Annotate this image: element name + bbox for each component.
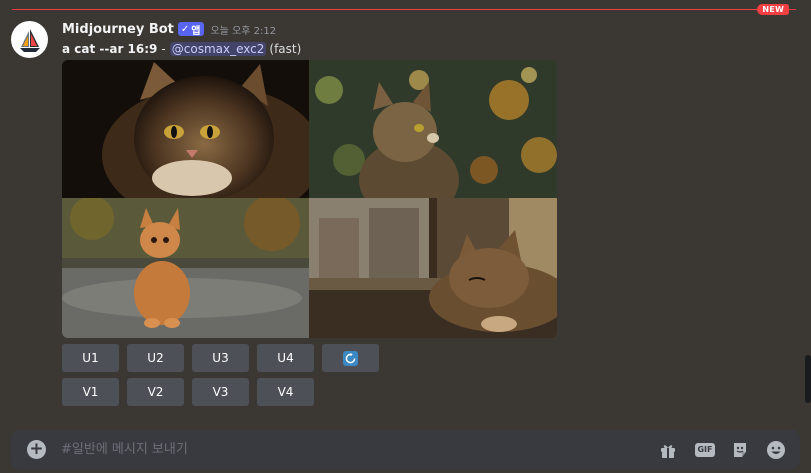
message-content: a cat --ar 16:9 - @cosmax_exc2 (fast) xyxy=(62,40,301,58)
emoji-icon[interactable] xyxy=(766,440,786,460)
avatar[interactable] xyxy=(11,21,48,58)
new-messages-divider xyxy=(12,9,796,10)
message-composer: + GIF xyxy=(11,430,800,469)
v3-button[interactable]: V3 xyxy=(192,378,249,406)
gif-icon[interactable]: GIF xyxy=(695,440,715,460)
sticker-icon[interactable] xyxy=(730,440,750,460)
reroll-button[interactable] xyxy=(322,344,379,372)
cat-image-3 xyxy=(62,198,309,338)
scrollbar-thumb[interactable] xyxy=(805,355,811,403)
speed-label: (fast) xyxy=(269,42,302,56)
u1-button[interactable]: U1 xyxy=(62,344,119,372)
discord-chat-window: NEW Midjourney Bot ✓ 앱 오늘 오후 2:12 a cat … xyxy=(0,0,811,473)
cat-image-1 xyxy=(62,60,309,198)
image-tile-1[interactable] xyxy=(62,60,309,198)
message-input[interactable] xyxy=(61,440,621,459)
u3-button[interactable]: U3 xyxy=(192,344,249,372)
prompt-text: a cat --ar 16:9 xyxy=(62,42,158,56)
sailboat-logo-icon xyxy=(19,28,40,52)
u2-button[interactable]: U2 xyxy=(127,344,184,372)
app-badge-label: 앱 xyxy=(191,25,201,37)
author-name[interactable]: Midjourney Bot xyxy=(62,22,174,37)
refresh-icon xyxy=(343,350,358,366)
verified-check-icon: ✓ xyxy=(180,23,190,35)
image-tile-3[interactable] xyxy=(62,198,309,338)
gift-icon[interactable] xyxy=(658,440,678,460)
v4-button[interactable]: V4 xyxy=(257,378,314,406)
user-mention[interactable]: @cosmax_exc2 xyxy=(169,42,267,56)
u4-button[interactable]: U4 xyxy=(257,344,314,372)
upscale-button-row: U1 U2 U3 U4 xyxy=(62,344,379,372)
variation-button-row: V1 V2 V3 V4 xyxy=(62,378,314,406)
separator: - xyxy=(161,42,166,56)
message-header: Midjourney Bot ✓ 앱 오늘 오후 2:12 xyxy=(62,20,276,38)
plus-icon[interactable]: + xyxy=(27,440,46,459)
cat-image-4 xyxy=(309,198,557,338)
timestamp: 오늘 오후 2:12 xyxy=(210,25,277,37)
gif-label: GIF xyxy=(695,443,715,457)
v1-button[interactable]: V1 xyxy=(62,378,119,406)
app-badge: ✓ 앱 xyxy=(177,22,205,37)
cat-image-2 xyxy=(309,60,557,198)
image-tile-4[interactable] xyxy=(309,198,557,338)
v2-button[interactable]: V2 xyxy=(127,378,184,406)
image-grid[interactable] xyxy=(62,60,557,338)
image-tile-2[interactable] xyxy=(309,60,557,198)
new-messages-badge: NEW xyxy=(757,4,789,15)
